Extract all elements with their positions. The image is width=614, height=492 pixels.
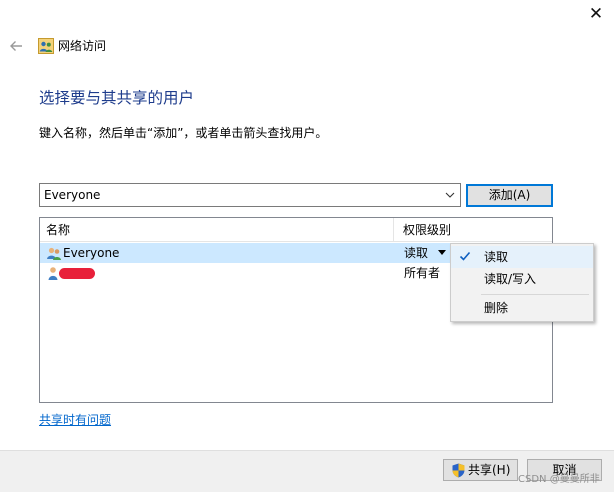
menu-item-read-write[interactable]: 读取/写入 <box>451 268 593 290</box>
user-name: Everyone <box>63 246 120 260</box>
menu-item-label: 读取/写入 <box>484 272 537 286</box>
user-name-combobox[interactable]: Everyone <box>39 183 461 207</box>
back-button[interactable] <box>6 36 26 56</box>
menu-item-label: 删除 <box>484 301 509 315</box>
uac-shield-icon <box>452 463 465 478</box>
checkmark-icon <box>459 251 471 261</box>
page-heading: 选择要与其共享的用户 <box>39 89 195 107</box>
permission-dropdown-arrow-icon[interactable] <box>438 250 446 255</box>
close-button[interactable]: ✕ <box>586 4 606 24</box>
permission-menu: 读取 读取/写入 删除 <box>450 243 594 322</box>
permission-level[interactable]: 读取 <box>404 245 428 261</box>
menu-item-read[interactable]: 读取 <box>451 246 593 268</box>
users-group-icon <box>47 247 61 260</box>
menu-separator <box>481 294 589 295</box>
permission-level: 所有者 <box>404 266 441 280</box>
menu-item-remove[interactable]: 删除 <box>451 297 593 319</box>
watermark-text: CSDN @曼曼所非 <box>518 474 600 485</box>
close-icon: ✕ <box>588 4 604 24</box>
share-button-label: 共享(H) <box>468 463 511 477</box>
sharing-problems-link[interactable]: 共享时有问题 <box>39 412 111 428</box>
window-title: 网络访问 <box>58 39 107 53</box>
column-divider[interactable] <box>393 218 394 242</box>
add-button[interactable]: 添加(A) <box>466 184 553 207</box>
chevron-down-icon[interactable] <box>445 190 455 200</box>
user-name-input[interactable]: Everyone <box>44 187 100 203</box>
menu-item-label: 读取 <box>484 250 509 264</box>
users-group-icon <box>38 38 54 54</box>
column-header-name[interactable]: 名称 <box>46 222 70 238</box>
list-header: 名称 权限级别 <box>40 218 552 242</box>
instruction-text: 键入名称，然后单击“添加”，或者单击箭头查找用户。 <box>39 126 328 140</box>
share-button[interactable]: 共享(H) <box>443 459 518 481</box>
arrow-left-icon <box>10 41 22 51</box>
redacted-user-name <box>59 268 95 279</box>
column-header-permission[interactable]: 权限级别 <box>403 222 451 238</box>
